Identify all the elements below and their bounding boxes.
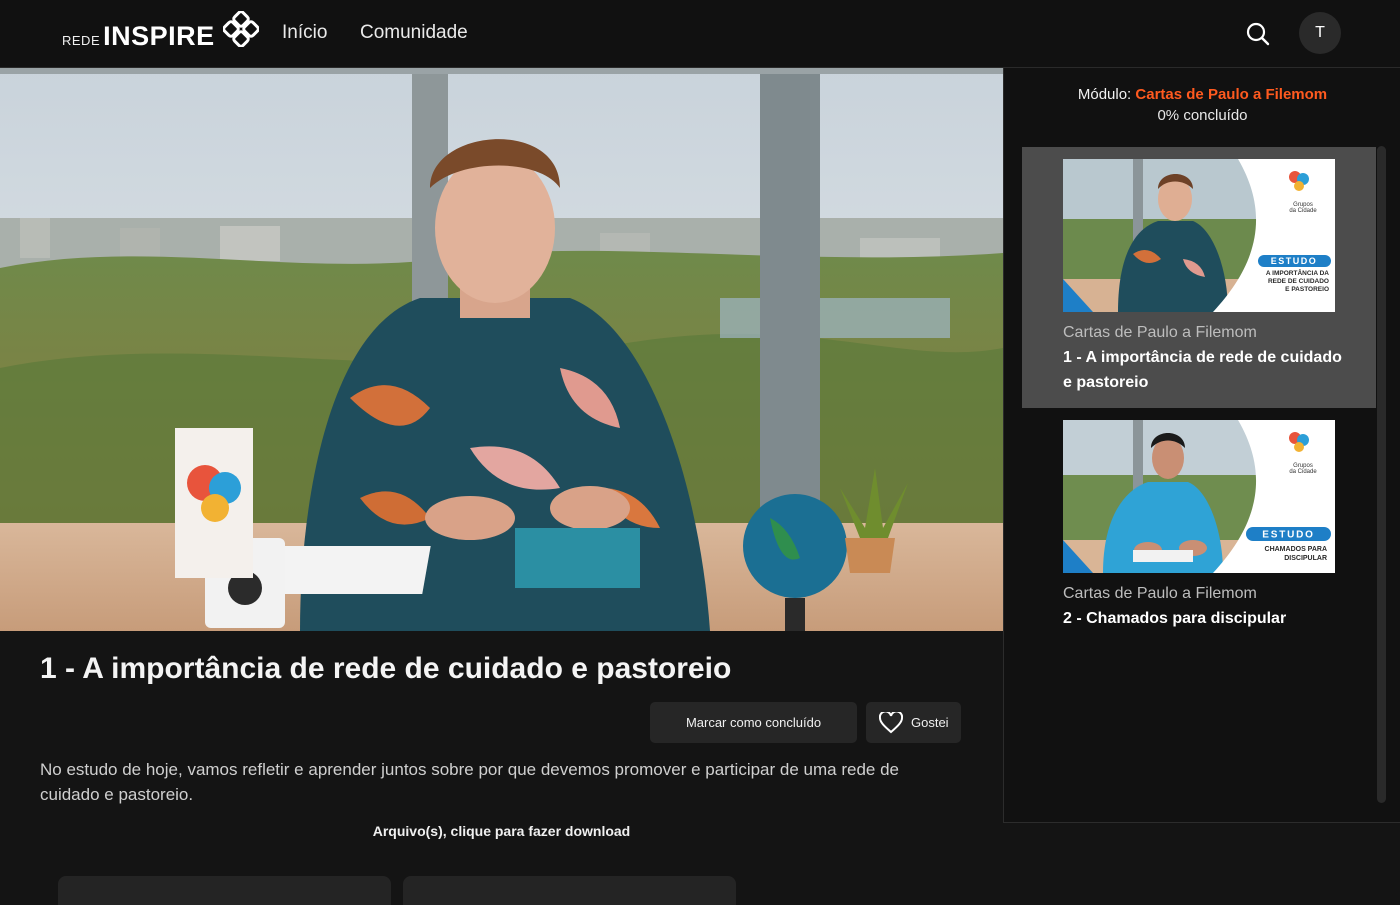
sidebar-scrollbar[interactable] xyxy=(1377,146,1386,803)
thumb-caption-line-2: REDE DE CUIDADO xyxy=(1268,278,1329,285)
rede-inspire-logo[interactable]: REDE INSPIRE xyxy=(62,10,260,54)
lesson-name: 1 - A importância de rede de cuidado e p… xyxy=(1063,349,1342,391)
thumb-caption-line-1: CHAMADOS PARA xyxy=(1265,546,1327,553)
like-label: Gostei xyxy=(911,715,949,730)
video-player[interactable] xyxy=(0,68,1003,631)
thumb-badge: ESTUDO xyxy=(1262,530,1314,541)
file-download-card[interactable] xyxy=(58,876,391,905)
file-download-card[interactable] xyxy=(403,876,736,905)
lesson-list-item[interactable]: Grupos da Cidade ESTUDO A IMPORTÂNCIA DA… xyxy=(1022,147,1376,408)
lesson-series: Cartas de Paulo a Filemom xyxy=(1063,324,1257,341)
nav-comunidade[interactable]: Comunidade xyxy=(360,22,468,44)
like-button[interactable]: Gostei xyxy=(866,702,961,743)
module-name[interactable]: Cartas de Paulo a Filemom xyxy=(1135,86,1327,103)
module-heading: Módulo: Cartas de Paulo a Filemom xyxy=(1004,86,1400,103)
lesson-title: 1 - A importância de rede de cuidado e p… xyxy=(40,652,732,685)
thumb-caption-line-2: DISCIPULAR xyxy=(1284,555,1327,562)
thumb-logo-line-2: da Cidade xyxy=(1289,469,1317,475)
lesson-name: 2 - Chamados para discipular xyxy=(1063,610,1287,627)
logo-mark-icon xyxy=(221,10,260,52)
lesson-thumbnail: Grupos da Cidade ESTUDO CHAMADOS PARA DI… xyxy=(1063,420,1335,573)
heart-icon xyxy=(879,711,903,733)
lesson-list-item[interactable]: Grupos da Cidade ESTUDO CHAMADOS PARA DI… xyxy=(1022,408,1376,638)
lesson-description: No estudo de hoje, vamos refletir e apre… xyxy=(40,760,899,804)
thumb-caption-line-1: A IMPORTÂNCIA DA xyxy=(1266,268,1329,277)
logo-wordmark: INSPIRE xyxy=(103,21,215,51)
thumb-badge: ESTUDO xyxy=(1271,256,1318,266)
user-avatar[interactable]: T xyxy=(1299,12,1341,54)
files-download-label: Arquivo(s), clique para fazer download xyxy=(372,823,631,839)
module-prefix: Módulo: xyxy=(1077,86,1136,103)
search-icon[interactable] xyxy=(1244,20,1272,48)
module-progress: 0% concluído xyxy=(1157,107,1248,124)
lesson-series: Cartas de Paulo a Filemom xyxy=(1063,585,1257,602)
lesson-thumbnail: Grupos da Cidade ESTUDO A IMPORTÂNCIA DA… xyxy=(1063,159,1335,312)
nav-inicio[interactable]: Início xyxy=(282,22,327,44)
thumb-caption-line-3: E PASTOREIO xyxy=(1285,286,1329,293)
logo-prefix: REDE xyxy=(62,33,101,48)
thumb-logo-line-2: da Cidade xyxy=(1289,208,1317,214)
top-navigation-bar: REDE INSPIRE Início Comunidade T xyxy=(0,0,1400,68)
mark-as-done-button[interactable]: Marcar como concluído xyxy=(650,702,857,743)
module-sidebar: Módulo: Cartas de Paulo a Filemom 0% con… xyxy=(1003,68,1400,823)
